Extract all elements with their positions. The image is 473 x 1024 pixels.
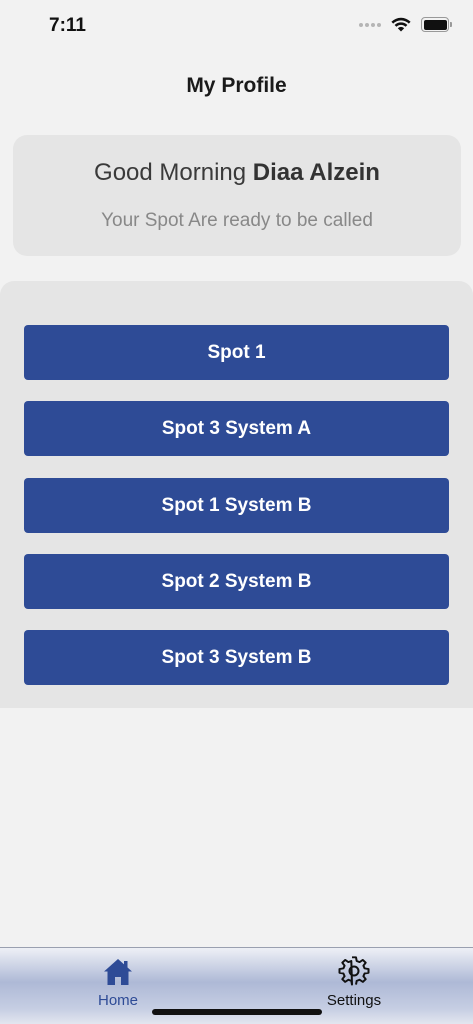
status-icons [359, 17, 452, 32]
screen: 7:11 My Profile Good Morning Diaa Alzein… [0, 0, 473, 1024]
spot-button[interactable]: Spot 3 System B [24, 630, 449, 685]
spot-button[interactable]: Spot 1 [24, 325, 449, 380]
battery-icon [421, 17, 452, 32]
tab-settings[interactable]: Settings [294, 956, 414, 1012]
page-title: My Profile [186, 74, 287, 97]
greeting-line: Good Morning Diaa Alzein [13, 159, 461, 187]
home-indicator [152, 1009, 322, 1015]
home-icon [104, 959, 132, 985]
greeting-prefix: Good Morning [94, 159, 247, 186]
greeting-subtitle: Your Spot Are ready to be called [101, 210, 373, 231]
spot-button[interactable]: Spot 1 System B [24, 478, 449, 533]
spot-button[interactable]: Spot 2 System B [24, 554, 449, 609]
spot-button[interactable]: Spot 3 System A [24, 401, 449, 456]
status-time: 7:11 [49, 15, 86, 36]
gear-icon [338, 956, 370, 986]
greeting-card: Good Morning Diaa Alzein Your Spot Are r… [13, 135, 461, 256]
tab-home[interactable]: Home [58, 956, 178, 1012]
spots-panel: Spot 1 Spot 3 System A Spot 1 System B S… [0, 281, 473, 708]
cellular-signal-icon [359, 22, 381, 27]
tab-label: Home [97, 992, 138, 1009]
tab-label: Settings [326, 992, 382, 1009]
wifi-icon [391, 17, 411, 32]
status-bar: 7:11 [0, 0, 473, 54]
user-name: Diaa Alzein [252, 159, 380, 186]
